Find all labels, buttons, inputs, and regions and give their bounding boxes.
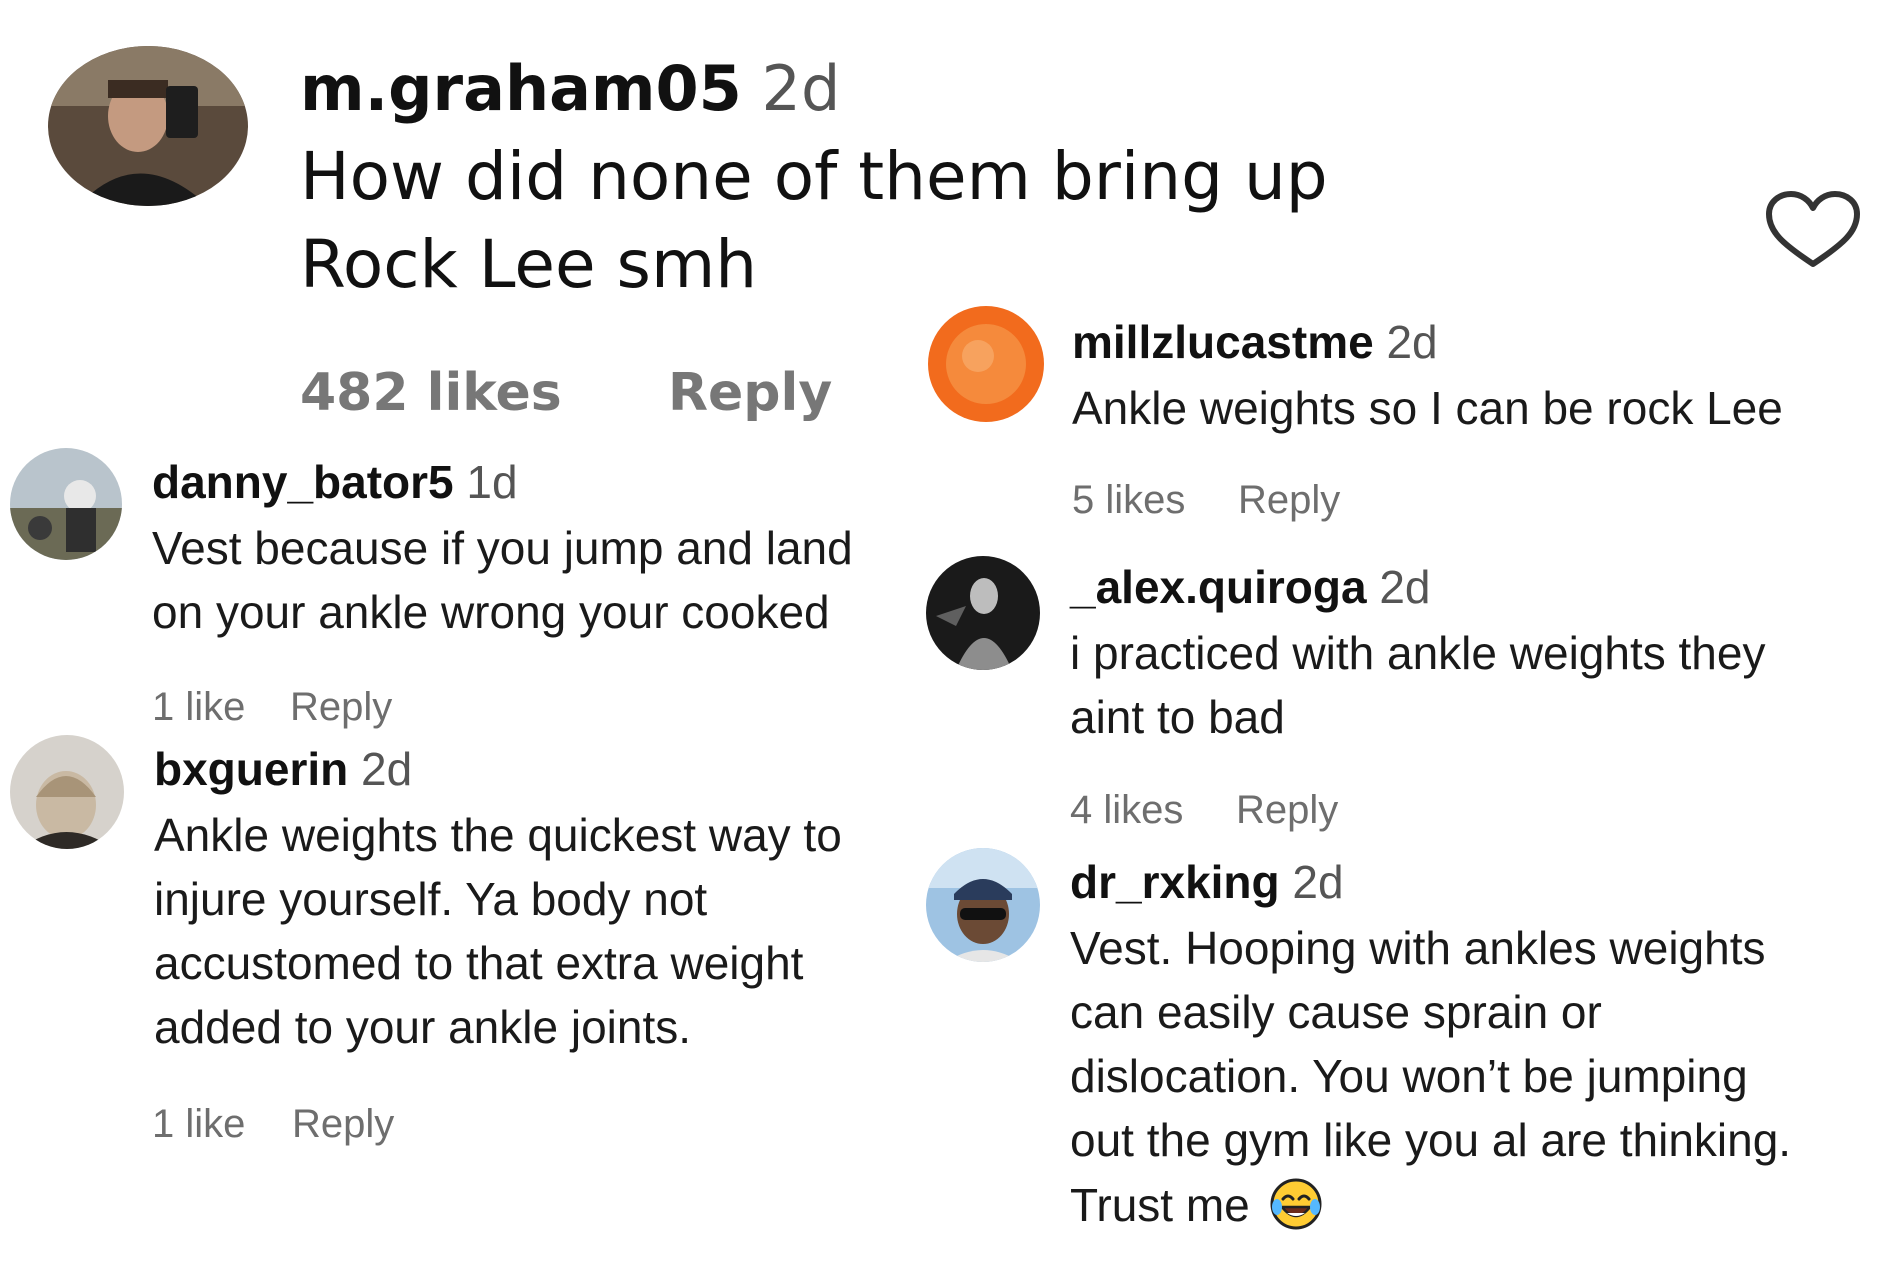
- avatar-image: [48, 46, 248, 206]
- reply-header: millzlucastme 2d: [1072, 315, 1438, 369]
- reply-button[interactable]: Reply: [290, 685, 392, 730]
- avatar-m-graham05[interactable]: [48, 46, 248, 206]
- like-count[interactable]: 4 likes: [1070, 788, 1183, 833]
- reply-button[interactable]: Reply: [292, 1102, 394, 1147]
- comment-text-line: accustomed to that extra weight: [154, 937, 804, 989]
- comment-text-line: out the gym like you al are thinking.: [1070, 1114, 1792, 1166]
- comment-time: 2d: [1386, 316, 1438, 368]
- comment-time: 2d: [1379, 561, 1431, 613]
- comment-text-line: Rock Lee smh: [300, 226, 758, 303]
- comment-text-line: added to your ankle joints.: [154, 1001, 692, 1053]
- reply-header: bxguerin 2d: [154, 742, 412, 796]
- comment-username[interactable]: m.graham05: [300, 52, 742, 125]
- comment-username[interactable]: _alex.quiroga: [1070, 561, 1367, 613]
- reply-button[interactable]: Reply: [1236, 788, 1338, 833]
- heart-outline-icon[interactable]: [1763, 190, 1863, 270]
- comment-text-line: injure yourself. Ya body not: [154, 873, 708, 925]
- comment-text-line: Ankle weights the quickest way to: [154, 809, 842, 861]
- comment-text-line: dislocation. You won’t be jumping: [1070, 1050, 1748, 1102]
- reply-button[interactable]: Reply: [668, 363, 832, 423]
- comment-time: 2d: [361, 743, 413, 795]
- comment-text-line: can easily cause sprain or: [1070, 986, 1602, 1038]
- comment-text-line: i practiced with ankle weights they: [1070, 627, 1766, 679]
- reply-header: _alex.quiroga 2d: [1070, 560, 1431, 614]
- comment-username[interactable]: bxguerin: [154, 743, 348, 795]
- comment-text-last-line: Trust me: [1070, 1177, 1323, 1232]
- avatar-alex-quiroga[interactable]: [926, 556, 1040, 670]
- like-count[interactable]: 1 like: [152, 685, 245, 730]
- comment-time: 2d: [1292, 856, 1344, 908]
- avatar-dr-rxking[interactable]: [926, 848, 1040, 962]
- comment-username[interactable]: dr_rxking: [1070, 856, 1280, 908]
- avatar-millzlucastme[interactable]: [928, 306, 1044, 422]
- avatar-bxguerin[interactable]: [10, 735, 124, 849]
- comment-text-line: How did none of them bring up: [300, 138, 1328, 215]
- avatar-image: [10, 448, 122, 560]
- comment-username[interactable]: millzlucastme: [1072, 316, 1374, 368]
- reply-button[interactable]: Reply: [1238, 478, 1340, 523]
- comment-text-line: Ankle weights so I can be rock Lee: [1072, 382, 1783, 434]
- avatar-image: [10, 735, 124, 849]
- comment-time: 2d: [761, 52, 841, 125]
- avatar-image: [926, 848, 1040, 962]
- face-with-tears-of-joy-emoji: [1270, 1178, 1322, 1230]
- avatar-image: [926, 556, 1040, 670]
- comment-text-line: on your ankle wrong your cooked: [152, 586, 830, 638]
- comment-text-line: Vest because if you jump and land: [152, 522, 853, 574]
- comment-text-line: aint to bad: [1070, 691, 1285, 743]
- comment-text-line: Vest. Hooping with ankles weights: [1070, 922, 1766, 974]
- like-count[interactable]: 5 likes: [1072, 478, 1185, 523]
- like-count[interactable]: 482 likes: [300, 363, 562, 423]
- reply-header: dr_rxking 2d: [1070, 855, 1344, 909]
- comment-text-line: Trust me: [1070, 1179, 1250, 1231]
- avatar-image: [928, 306, 1044, 422]
- comment-time: 1d: [466, 456, 518, 508]
- reply-header: danny_bator5 1d: [152, 455, 518, 509]
- comment-username[interactable]: danny_bator5: [152, 456, 454, 508]
- main-comment-header: m.graham05 2d: [300, 52, 840, 125]
- avatar-danny-bator5[interactable]: [10, 448, 122, 560]
- like-count[interactable]: 1 like: [152, 1102, 245, 1147]
